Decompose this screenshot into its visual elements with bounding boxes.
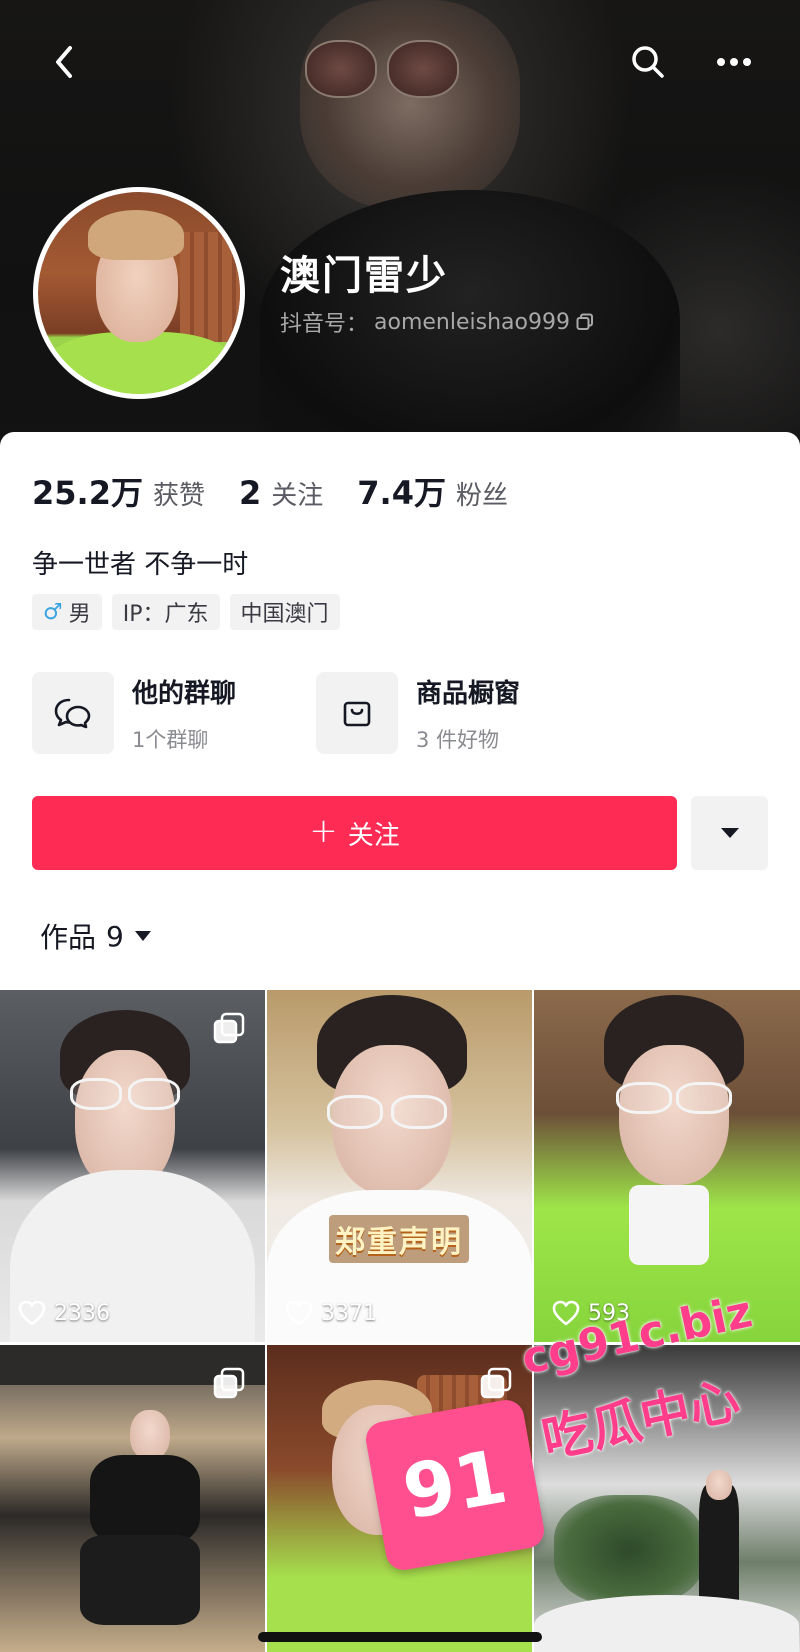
video-caption: 郑重声明 — [329, 1215, 469, 1263]
group-chat-title: 他的群聊 — [132, 678, 237, 709]
multi-image-icon — [213, 1367, 245, 1399]
copy-icon[interactable] — [576, 313, 594, 331]
tag-row: ♂ 男 IP：广东 中国澳门 — [32, 594, 340, 630]
heart-icon — [285, 1300, 313, 1326]
video-thumbnail[interactable]: 郑重声明 3371 — [267, 990, 532, 1342]
video-thumbnail[interactable]: 593 — [534, 990, 800, 1342]
home-indicator[interactable] — [258, 1632, 542, 1642]
caret-down-icon — [134, 931, 151, 941]
profile-name: 澳门雷少 — [280, 253, 448, 299]
heart-icon — [18, 1300, 46, 1326]
top-bar — [0, 30, 800, 94]
profile-info-panel: 25.2万 获赞 2 关注 7.4万 粉丝 争一世者 不争一时 ♂ 男 IP：广… — [0, 432, 800, 992]
plus-icon: + — [309, 811, 338, 851]
male-icon: ♂ — [43, 599, 63, 625]
group-chat-subtitle: 1个群聊 — [132, 727, 209, 752]
bio-text: 争一世者 不争一时 — [32, 550, 249, 580]
follow-label: 关注 — [347, 820, 400, 851]
group-chat-icon-box — [32, 672, 114, 754]
showcase-subtitle: 3 件好物 — [416, 727, 500, 752]
works-count: 9 — [106, 919, 124, 953]
ip-tag: IP：广东 — [111, 594, 220, 630]
stat-value: 25.2万 — [32, 474, 143, 512]
showcase-title: 商品橱窗 — [416, 678, 521, 709]
video-thumbnail[interactable]: 2336 — [0, 990, 265, 1342]
stat-value: 7.4万 — [357, 474, 446, 512]
showcase-entry[interactable]: 商品橱窗 3 件好物 — [316, 672, 520, 754]
chat-bubbles-icon — [54, 698, 91, 729]
video-likes: 3371 — [285, 1300, 377, 1326]
stats-row: 25.2万 获赞 2 关注 7.4万 粉丝 — [32, 468, 508, 514]
multi-image-icon — [213, 1012, 245, 1044]
shopping-bag-icon — [343, 701, 371, 727]
back-button[interactable] — [40, 38, 88, 86]
stat-label: 关注 — [271, 481, 324, 511]
stat-label: 获赞 — [152, 481, 205, 511]
recommend-dropdown-button[interactable] — [691, 796, 768, 870]
stat-followers[interactable]: 7.4万 粉丝 — [357, 468, 508, 514]
multi-image-icon — [480, 1367, 512, 1399]
works-label: 作品 — [40, 921, 97, 954]
video-thumbnail[interactable] — [0, 1345, 265, 1652]
search-icon — [632, 46, 664, 78]
avatar[interactable] — [33, 187, 245, 399]
follow-button[interactable]: + 关注 — [32, 796, 677, 870]
profile-id[interactable]: 抖音号： aomenleishao999 — [280, 306, 594, 338]
location-tag: 中国澳门 — [229, 594, 340, 630]
gender-label: 男 — [68, 602, 91, 627]
gender-tag: ♂ 男 — [32, 594, 102, 630]
chevron-left-icon — [56, 46, 72, 78]
video-likes: 2336 — [18, 1300, 110, 1326]
likes-count: 2336 — [54, 1300, 110, 1326]
stat-value: 2 — [238, 474, 262, 512]
showcase-icon-box — [316, 672, 398, 754]
caret-down-icon — [720, 828, 739, 838]
search-button[interactable] — [624, 38, 672, 86]
stat-following[interactable]: 2 关注 — [239, 474, 323, 512]
profile-id-value: aomenleishao999 — [374, 309, 570, 335]
likes-count: 3371 — [321, 1300, 377, 1326]
profile-id-label: 抖音号： — [280, 312, 369, 337]
stat-label: 粉丝 — [455, 481, 508, 511]
group-chat-entry[interactable]: 他的群聊 1个群聊 — [32, 672, 236, 754]
more-button[interactable] — [710, 38, 758, 86]
stat-likes: 25.2万 获赞 — [32, 468, 205, 514]
works-tab[interactable]: 作品 9 — [40, 916, 152, 956]
more-dots-icon — [717, 58, 751, 66]
watermark-badge: 91 — [363, 1397, 547, 1573]
